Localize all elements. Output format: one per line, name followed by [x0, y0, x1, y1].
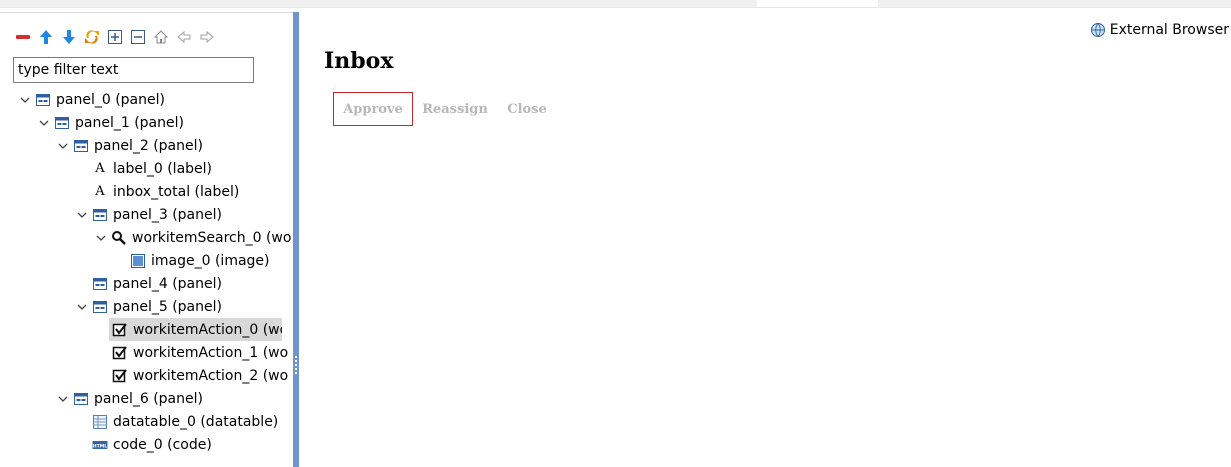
tree-node[interactable]: panel_3 (panel) — [74, 203, 222, 226]
tree-node[interactable]: workitemAction_2 (wo — [109, 364, 288, 387]
external-browser-label: External Browser — [1109, 22, 1229, 38]
panel-icon — [92, 299, 108, 315]
tree-node[interactable]: panel_5 (panel) — [74, 295, 222, 318]
tree-node-label: workitemAction_1 (wo — [133, 344, 289, 361]
tree-node-label: inbox_total (label) — [113, 183, 240, 200]
tree-node-label: panel_6 (panel) — [94, 390, 203, 407]
splitter-grip[interactable] — [295, 356, 297, 376]
panel-icon — [35, 92, 51, 108]
tree-node[interactable]: A label_0 (label) — [74, 157, 212, 180]
approve-button[interactable]: Approve — [333, 92, 413, 126]
outline-toolbar — [15, 27, 215, 47]
panel-icon — [54, 115, 70, 131]
preview-content: External Browser Inbox Approve Reassign … — [299, 8, 1231, 467]
top-strip — [0, 0, 1231, 8]
image-icon — [130, 253, 146, 269]
tree-node-label: panel_3 (panel) — [113, 206, 222, 223]
tree-node[interactable]: panel_2 (panel) — [55, 134, 203, 157]
tree-node-label: panel_5 (panel) — [113, 298, 222, 315]
tree-node-label: panel_4 (panel) — [113, 275, 222, 292]
tree-node[interactable]: panel_0 (panel) — [17, 88, 165, 111]
chevron-down-icon[interactable] — [36, 115, 52, 131]
tree-node-label: image_0 (image) — [151, 252, 270, 269]
tree-node-label: label_0 (label) — [113, 160, 212, 177]
chevron-down-icon[interactable] — [74, 299, 90, 315]
tree-node[interactable]: panel_1 (panel) — [36, 111, 184, 134]
outline-panel: panel_0 (panel) panel_1 (panel) panel_2 … — [0, 12, 293, 467]
home-icon[interactable] — [153, 29, 169, 45]
tree-node-label: workitemSearch_0 (wo — [132, 229, 292, 246]
panel-icon — [73, 391, 89, 407]
checkbox-icon — [112, 322, 128, 338]
checkbox-icon — [112, 368, 128, 384]
tree-node-label: workitemAction_2 (wo — [133, 367, 289, 384]
tree-node[interactable]: datatable_0 (datatable) — [74, 410, 278, 433]
refresh-icon[interactable] — [84, 29, 100, 45]
forward-icon[interactable] — [199, 29, 215, 45]
tree-node-selected[interactable]: workitemAction_0 (wo — [109, 318, 282, 341]
close-button[interactable]: Close — [499, 92, 555, 126]
tree-node-label: code_0 (code) — [113, 436, 212, 453]
move-down-icon[interactable] — [61, 29, 77, 45]
label-icon: A — [95, 161, 105, 176]
page-title: Inbox — [324, 48, 394, 74]
tree-node-label: panel_0 (panel) — [56, 91, 165, 108]
panel-icon — [92, 207, 108, 223]
code-icon-glyph: HTML — [93, 443, 108, 449]
reassign-button[interactable]: Reassign — [419, 92, 491, 126]
chevron-down-icon[interactable] — [55, 138, 71, 154]
tree-node-label: panel_1 (panel) — [75, 114, 184, 131]
label-icon: A — [95, 184, 105, 199]
move-up-icon[interactable] — [38, 29, 54, 45]
chevron-down-icon[interactable] — [55, 391, 71, 407]
datatable-icon — [92, 414, 108, 430]
tree-node[interactable]: HTML code_0 (code) — [74, 433, 212, 456]
tree-node[interactable]: workitemAction_1 (wo — [109, 341, 288, 364]
code-icon: HTML — [92, 437, 108, 453]
external-browser-link[interactable]: External Browser — [1090, 22, 1229, 38]
back-icon[interactable] — [176, 29, 192, 45]
collapse-all-icon[interactable] — [130, 29, 146, 45]
top-strip-right — [878, 0, 1231, 7]
top-strip-left — [0, 0, 757, 7]
tree-node[interactable]: workitemSearch_0 (wo — [93, 226, 291, 249]
chevron-down-icon[interactable] — [93, 230, 109, 246]
panel-icon — [92, 276, 108, 292]
chevron-down-icon[interactable] — [74, 207, 90, 223]
filter-input[interactable] — [13, 57, 254, 83]
panel-icon — [73, 138, 89, 154]
tree-node[interactable]: A inbox_total (label) — [74, 180, 239, 203]
tree-node-label: workitemAction_0 (wo — [133, 321, 282, 338]
tree-node[interactable]: panel_4 (panel) — [74, 272, 222, 295]
tree-node[interactable]: panel_6 (panel) — [55, 387, 203, 410]
tree-node-label: datatable_0 (datatable) — [113, 413, 279, 430]
expand-all-icon[interactable] — [107, 29, 123, 45]
chevron-down-icon[interactable] — [17, 92, 33, 108]
tree-node[interactable]: image_0 (image) — [112, 249, 270, 272]
checkbox-icon — [112, 345, 128, 361]
search-icon — [111, 230, 127, 246]
globe-icon — [1090, 23, 1105, 37]
tree-node-label: panel_2 (panel) — [94, 137, 203, 154]
remove-icon[interactable] — [15, 29, 31, 45]
